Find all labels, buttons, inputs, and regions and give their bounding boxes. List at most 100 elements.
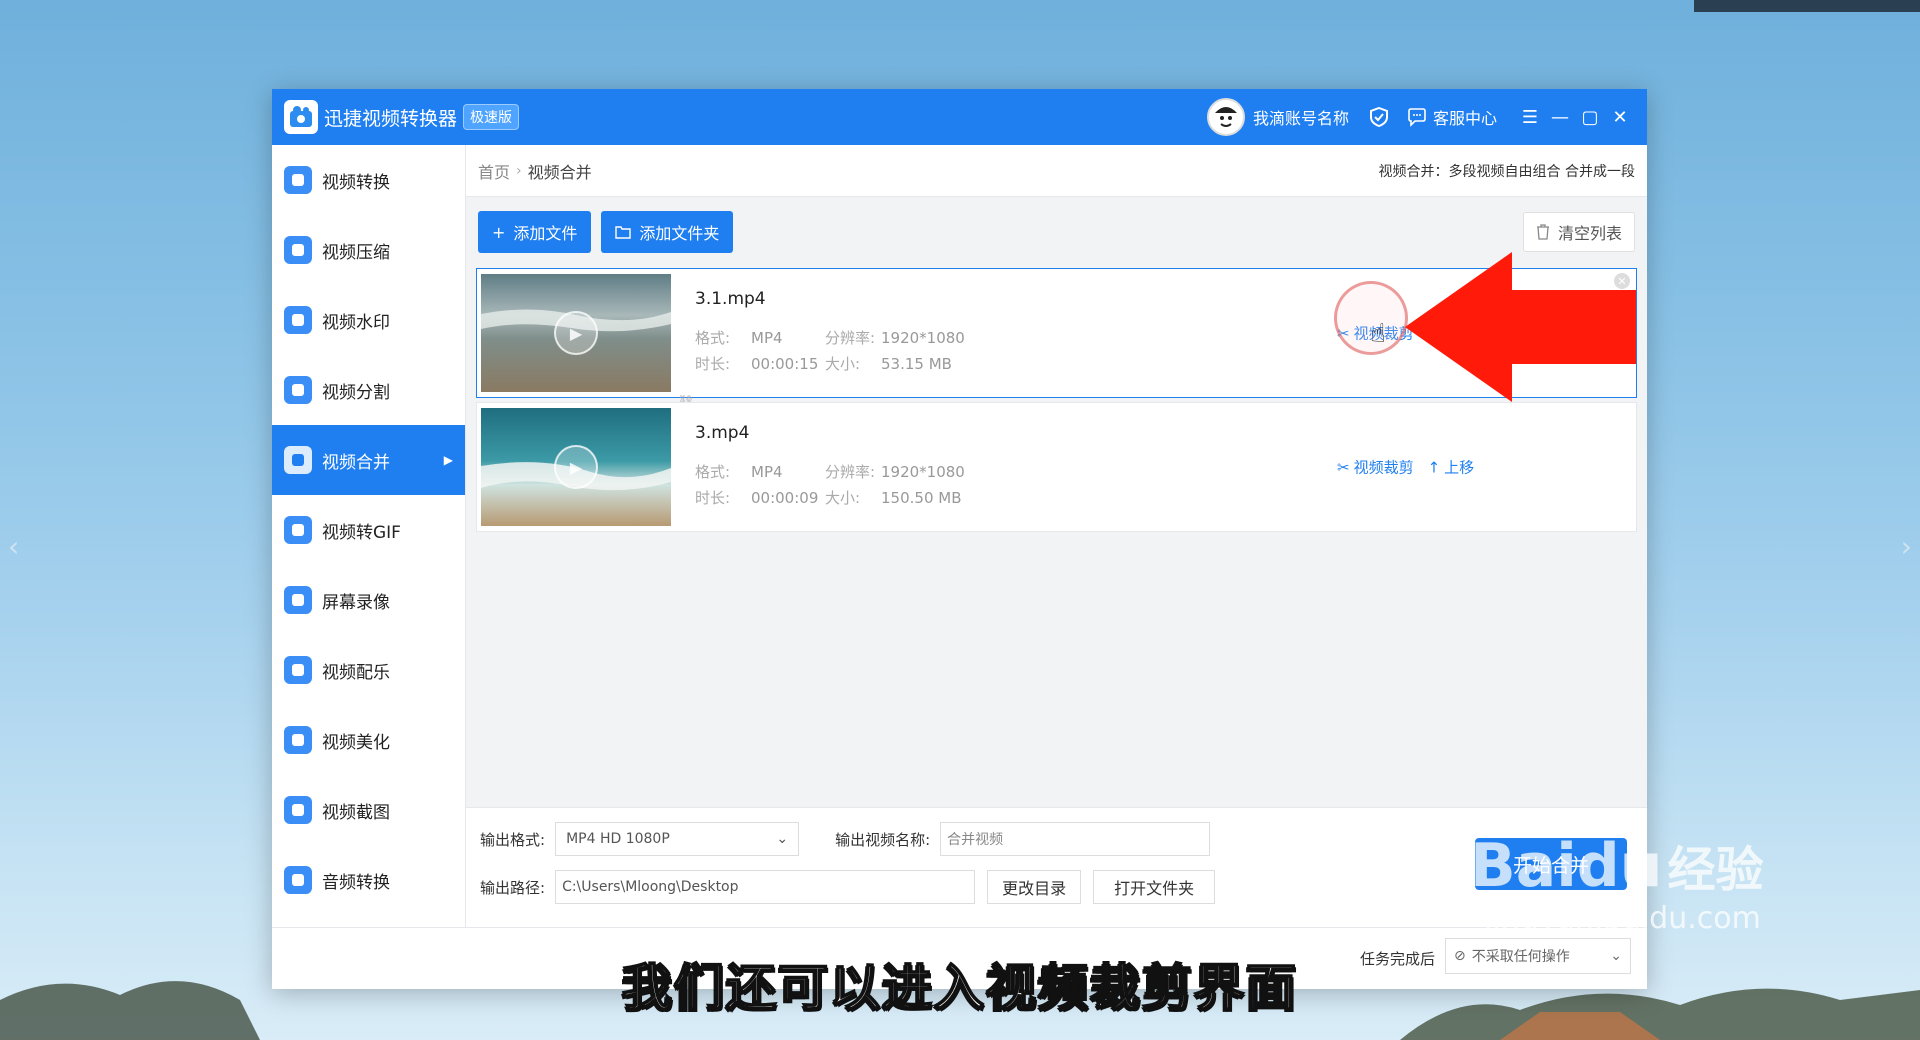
output-format-value: MP4 HD 1080P (566, 831, 670, 847)
play-icon[interactable]: ▶ (554, 445, 598, 489)
red-arrow-annotation (1405, 252, 1636, 402)
duration-value: 00:00:15 (751, 355, 819, 373)
music-icon (284, 656, 312, 684)
output-path-row: 输出路径: C:\Users\Mloong\Desktop 更改目录 打开文件夹 (480, 870, 1216, 904)
watermark-cn: 经验 (1667, 842, 1764, 898)
add-file-button[interactable]: + 添加文件 (478, 211, 592, 253)
move-up-button[interactable]: ↑ 上移 (1428, 457, 1475, 478)
sidebar-item-label: 视频配乐 (322, 662, 390, 683)
format-value: MP4 (751, 463, 783, 481)
sidebar-item-8[interactable]: 视频美化 (272, 705, 465, 775)
file-meta: 格式: MP4 分辨率: 1920*1080 时长: 00:00:15 大小: … (695, 325, 965, 377)
title-bar: 迅捷视频转换器 极速版 我滴账号名称 客服中心 ☰ — ▢ ✕ (272, 89, 1647, 145)
list-item[interactable]: ▶ 3.mp4 格式: MP4 分辨率: 1920*1080 时长: 00:00… (476, 402, 1637, 532)
audio-convert-icon (284, 866, 312, 894)
screenshot-icon (284, 796, 312, 824)
video-thumbnail[interactable]: ▶ (481, 408, 671, 526)
file-meta: 格式: MP4 分辨率: 1920*1080 时长: 00:00:09 大小: … (695, 459, 965, 511)
sidebar-item-10[interactable]: 音频转换 (272, 845, 465, 915)
resolution-value: 1920*1080 (881, 329, 965, 347)
format-label: 格式: (695, 463, 731, 481)
change-directory-button[interactable]: 更改目录 (987, 870, 1082, 904)
sidebar-item-label: 视频分割 (322, 382, 390, 403)
vip-shield-icon[interactable] (1369, 107, 1389, 127)
output-path-input[interactable]: C:\Users\Mloong\Desktop (555, 870, 976, 904)
play-icon[interactable]: ▶ (554, 311, 598, 355)
chevron-right-icon: ▶ (443, 453, 453, 467)
sidebar-item-5[interactable]: 视频转GIF (272, 495, 465, 565)
customer-service-label: 客服中心 (1432, 109, 1497, 128)
folder-icon (615, 226, 632, 239)
trash-icon (1536, 224, 1549, 240)
output-name-input[interactable]: 合并视频 (940, 822, 1211, 856)
resolution-label: 分辨率: (825, 463, 876, 481)
account-name[interactable]: 我滴账号名称 (1253, 105, 1349, 129)
sidebar-item-7[interactable]: 视频配乐 (272, 635, 465, 705)
desktop-taskbar-fragment (1694, 0, 1920, 12)
video-compress-icon (284, 236, 312, 264)
size-label: 大小: (825, 489, 861, 507)
sidebar-item-4[interactable]: 视频合并 ▶ (272, 425, 465, 495)
add-file-label: 添加文件 (513, 224, 578, 243)
size-value: 150.50 MB (881, 489, 962, 507)
file-info: 3.mp4 格式: MP4 分辨率: 1920*1080 时长: 00:00:0… (695, 423, 965, 511)
menu-icon[interactable]: ☰ (1515, 107, 1545, 128)
sidebar-item-label: 音频转换 (322, 872, 390, 893)
format-label: 格式: (695, 329, 731, 347)
watermark-url: jingyan.baidu.com (1484, 901, 1761, 936)
chevron-right-icon: › (1900, 530, 1912, 563)
output-name-label: 输出视频名称: (835, 830, 931, 849)
customer-service-button[interactable]: 客服中心 (1407, 105, 1497, 129)
chevron-down-icon: ⌄ (776, 831, 789, 847)
output-format-row: 输出格式: MP4 HD 1080P ⌄ 输出视频名称: 合并视频 (480, 822, 1211, 856)
sidebar-item-label: 视频水印 (322, 312, 390, 333)
beautify-icon (284, 726, 312, 754)
move-up-label: 上移 (1444, 458, 1475, 477)
app-window: 迅捷视频转换器 极速版 我滴账号名称 客服中心 ☰ — ▢ ✕ 视频转换视频压缩… (272, 89, 1647, 989)
hand-cursor-icon: ☝ (1370, 319, 1386, 349)
add-folder-label: 添加文件夹 (639, 224, 720, 243)
trim-video-button[interactable]: ✂ 视频裁剪 (1337, 457, 1414, 478)
open-folder-button[interactable]: 打开文件夹 (1093, 870, 1216, 904)
arrow-up-icon: ↑ (1427, 458, 1441, 476)
sidebar-item-1[interactable]: 视频压缩 (272, 215, 465, 285)
resolution-value: 1920*1080 (881, 463, 965, 481)
file-name: 3.mp4 (695, 423, 750, 443)
file-name: 3.1.mp4 (695, 289, 766, 309)
clear-list-label: 清空列表 (1557, 224, 1622, 243)
sidebar-item-9[interactable]: 视频截图 (272, 775, 465, 845)
sidebar-item-label: 视频美化 (322, 732, 390, 753)
scissors-icon: ✂ (1337, 458, 1350, 476)
breadcrumb-home[interactable]: 首页 (478, 159, 510, 183)
chevron-left-icon: ‹ (8, 530, 20, 563)
maximize-icon[interactable]: ▢ (1575, 107, 1605, 128)
sidebar-item-label: 视频转GIF (322, 522, 401, 543)
duration-label: 时长: (695, 489, 731, 507)
video-thumbnail[interactable]: ▶ (481, 274, 671, 392)
trim-video-label: 视频裁剪 (1353, 458, 1414, 477)
sidebar-item-6[interactable]: 屏幕录像 (272, 565, 465, 635)
add-folder-button[interactable]: 添加文件夹 (601, 211, 734, 253)
sidebar-item-2[interactable]: 视频水印 (272, 285, 465, 355)
app-logo-icon (284, 100, 318, 134)
sidebar-item-label: 屏幕录像 (322, 592, 390, 613)
output-format-select[interactable]: MP4 HD 1080P ⌄ (555, 822, 800, 856)
sidebar: 视频转换视频压缩视频水印视频分割视频合并 ▶ 视频转GIF 屏幕录像视频配乐视频美化视… (272, 145, 466, 927)
video-caption: 我们还可以进入视频裁剪界面 (621, 958, 1298, 1018)
sidebar-item-3[interactable]: 视频分割 (272, 355, 465, 425)
sidebar-item-label: 视频截图 (322, 802, 390, 823)
resolution-label: 分辨率: (825, 329, 876, 347)
sidebar-item-0[interactable]: 视频转换 (272, 145, 465, 215)
video-convert-icon (284, 166, 312, 194)
avatar[interactable] (1206, 98, 1245, 136)
duration-value: 00:00:09 (751, 489, 819, 507)
minimize-icon[interactable]: — (1545, 107, 1575, 128)
sidebar-item-label: 视频转换 (322, 172, 390, 193)
row-actions: ✂ 视频裁剪 ↑ 上移 (1337, 457, 1474, 478)
clear-list-button[interactable]: 清空列表 (1522, 212, 1635, 252)
app-title: 迅捷视频转换器 (324, 107, 458, 130)
edition-badge: 极速版 (463, 104, 520, 130)
screen-record-icon (284, 586, 312, 614)
file-info: 3.1.mp4 格式: MP4 分辨率: 1920*1080 时长: 00:00… (695, 289, 965, 377)
close-icon[interactable]: ✕ (1605, 107, 1635, 128)
